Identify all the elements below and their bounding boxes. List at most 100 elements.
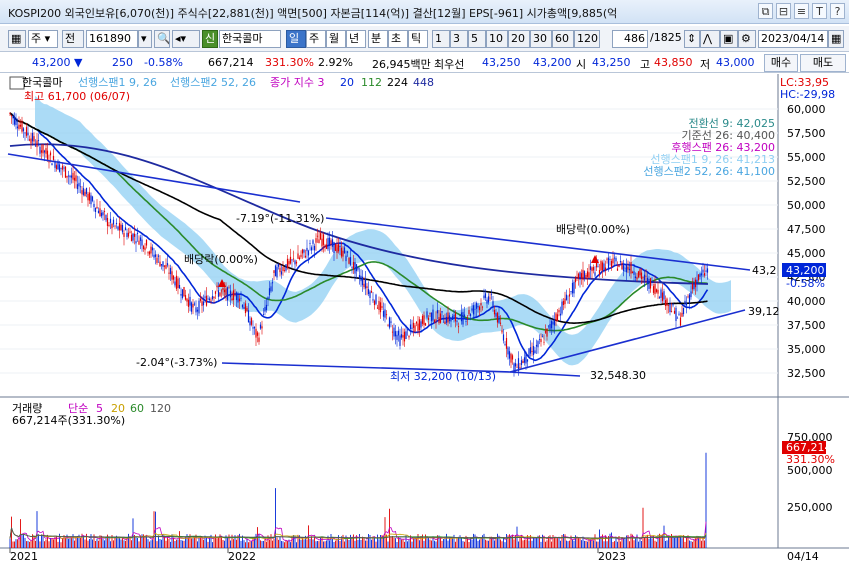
grid-icon[interactable]: ▦: [8, 30, 26, 48]
candle-body: [391, 331, 394, 333]
candle-body: [108, 224, 110, 226]
candle-body: [582, 269, 584, 281]
window-help-icon[interactable]: ?: [830, 3, 845, 19]
settings-icon[interactable]: ⚙: [738, 30, 756, 48]
interval-5[interactable]: 5: [468, 30, 486, 48]
chart-style-icon[interactable]: ⋀: [700, 30, 720, 48]
candle-body: [636, 277, 638, 280]
candle-body: [519, 367, 521, 369]
window-font-icon[interactable]: T: [812, 3, 827, 19]
volume-value: 667,214: [208, 56, 254, 69]
candle-body: [460, 312, 463, 322]
sin-badge[interactable]: 신: [202, 30, 218, 48]
candle-body: [436, 310, 439, 314]
search-icon[interactable]: 🔍: [154, 30, 170, 48]
sell-order-button[interactable]: 매도: [800, 54, 846, 72]
period-day[interactable]: 일: [286, 30, 306, 48]
interval-20[interactable]: 20: [508, 30, 530, 48]
period-second[interactable]: 초: [388, 30, 408, 48]
candle-body: [429, 313, 431, 315]
interval-1[interactable]: 1: [432, 30, 450, 48]
candle-body: [96, 206, 98, 209]
candle-body: [364, 279, 367, 289]
vol-value: 667,214주(331.30%): [12, 414, 125, 427]
x-label-2021: 2021: [10, 550, 38, 563]
window-menu-icon[interactable]: ≡: [794, 3, 809, 19]
price-volume-chart[interactable]: 60,000 57,500 55,000 52,500 50,000 47,50…: [0, 74, 849, 565]
high-label: 고: [640, 58, 651, 71]
candle-body: [99, 208, 101, 217]
candle-body: [703, 273, 706, 276]
candle-body: [82, 188, 85, 195]
candle-body: [238, 298, 241, 302]
candle-body: [502, 334, 505, 341]
candle-body: [102, 212, 104, 216]
interval-120[interactable]: 120: [574, 30, 600, 48]
candle-body: [180, 294, 182, 296]
candle-body: [540, 339, 542, 343]
candle-body: [643, 274, 646, 281]
candle-body: [523, 357, 526, 363]
candle-body: [522, 360, 524, 364]
candle-body: [127, 232, 130, 237]
candle-body: [588, 272, 590, 278]
calendar-icon[interactable]: ▦: [828, 30, 844, 48]
period-minute[interactable]: 분: [368, 30, 388, 48]
candle-body: [172, 275, 175, 280]
candle-body: [622, 265, 625, 271]
vol-axis-label: 250,000: [787, 501, 833, 514]
candle-body: [586, 271, 589, 277]
candle-body: [558, 309, 560, 313]
candle-body: [409, 324, 412, 329]
candle-body: [705, 270, 707, 272]
window-copy-icon[interactable]: ⧉: [758, 3, 773, 19]
chart-area[interactable]: 60,000 57,500 55,000 52,500 50,000 47,50…: [0, 74, 849, 565]
zoom-icon[interactable]: ⇕: [684, 30, 700, 48]
jeon-button[interactable]: 전: [62, 30, 84, 48]
candle-body: [618, 265, 620, 268]
period-year[interactable]: 년: [346, 30, 366, 48]
candle-body: [379, 302, 382, 313]
period-tick[interactable]: 틱: [408, 30, 428, 48]
stock-code-input[interactable]: 161890: [86, 30, 138, 48]
axis-label: 52,500: [787, 175, 826, 188]
candle-body: [328, 237, 331, 246]
interval-60[interactable]: 60: [552, 30, 574, 48]
x-date-tag: 04/14: [787, 550, 819, 563]
bar-count-input[interactable]: 486: [612, 30, 648, 48]
candle-body: [237, 293, 239, 303]
date-input[interactable]: 2023/04/14: [758, 30, 828, 48]
candle-body: [297, 253, 299, 259]
candle-body: [39, 146, 41, 154]
candle-body: [12, 115, 14, 119]
candle-body: [466, 317, 469, 319]
interval-10[interactable]: 10: [486, 30, 508, 48]
current-price: 43,200: [32, 56, 71, 69]
candle-body: [544, 331, 547, 333]
interval-3[interactable]: 3: [450, 30, 468, 48]
save-icon[interactable]: ▣: [720, 30, 738, 48]
candle-body: [369, 291, 371, 298]
candle-body: [660, 289, 662, 298]
candle-body: [279, 267, 281, 273]
candle-body: [175, 275, 178, 289]
candle-body: [243, 307, 245, 309]
candle-body: [706, 268, 709, 273]
code-dropdown-icon[interactable]: ▾: [138, 30, 152, 48]
buy-order-button[interactable]: 매수: [764, 54, 798, 72]
dividend-note-2: 배당락(0.00%): [556, 223, 630, 236]
window-minimize-icon[interactable]: ⊟: [776, 3, 791, 19]
period-month[interactable]: 월: [326, 30, 346, 48]
candle-body: [508, 351, 511, 359]
candle-body: [468, 309, 470, 315]
candle-body: [478, 306, 481, 311]
candle-body: [459, 315, 461, 317]
candle-body: [490, 293, 493, 295]
legend-ma20: 20: [340, 76, 354, 89]
candle-body: [309, 243, 311, 244]
axis-label: 37,500: [787, 319, 826, 332]
sound-icon[interactable]: ◂▾: [172, 30, 200, 48]
market-select[interactable]: 주 ▾: [28, 30, 58, 48]
period-week[interactable]: 주: [306, 30, 326, 48]
interval-30[interactable]: 30: [530, 30, 552, 48]
